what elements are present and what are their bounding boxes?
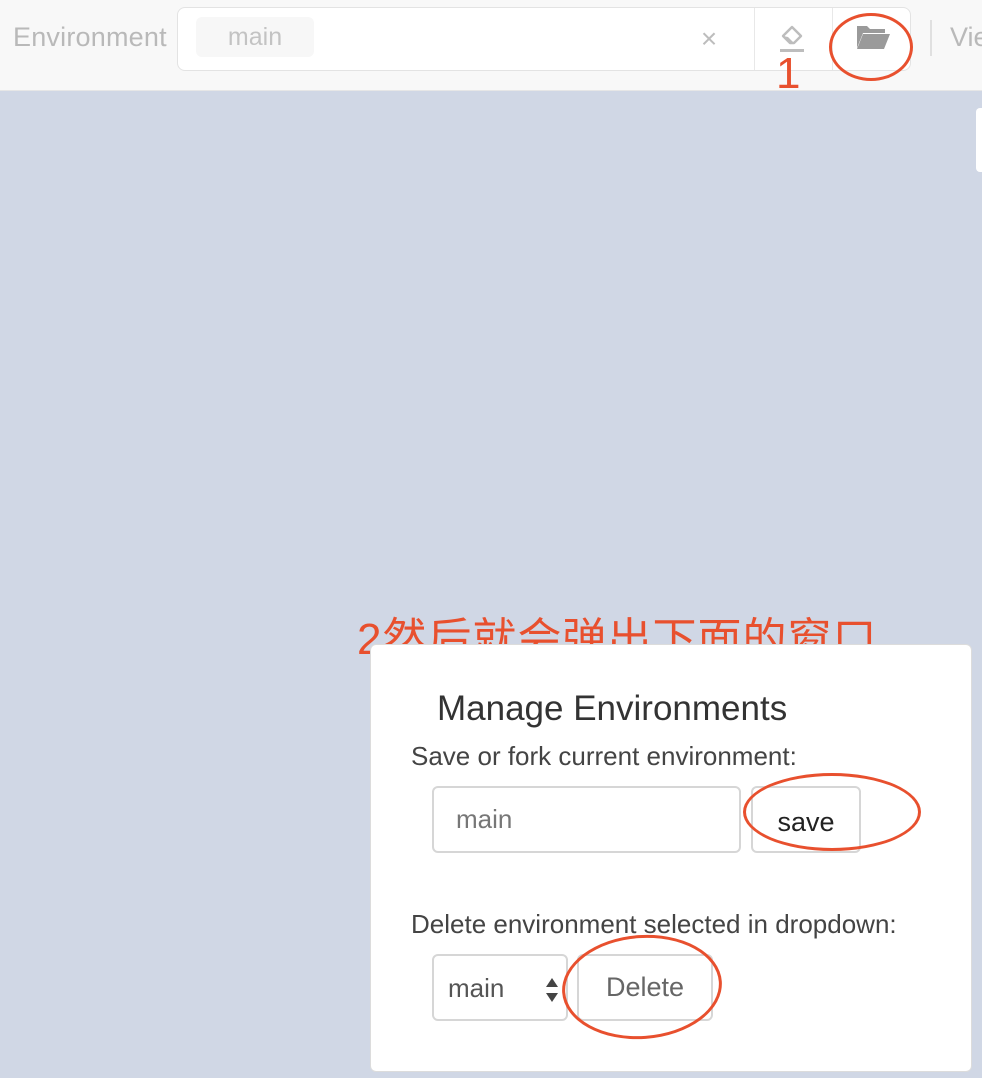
clear-icon[interactable]: × <box>696 22 722 56</box>
folder-open-icon <box>857 26 890 49</box>
save-button[interactable]: save <box>751 786 861 853</box>
toolbar: Environment main × Vie <box>0 0 982 91</box>
annotation-step-1: 1 <box>776 49 801 98</box>
environment-chip[interactable]: main <box>196 17 314 57</box>
open-environments-button[interactable] <box>832 8 910 70</box>
delete-button[interactable]: Delete <box>577 954 713 1021</box>
view-menu[interactable]: Vie <box>950 22 982 53</box>
manage-environments-dialog: Manage Environments Save or fork current… <box>370 644 972 1072</box>
environment-label: Environment <box>13 22 167 52</box>
environment-name-input[interactable] <box>432 786 741 853</box>
delete-section-label: Delete environment selected in dropdown: <box>411 909 897 939</box>
edge-tab <box>976 108 982 172</box>
environment-select-value: main <box>448 973 505 1003</box>
save-section-label: Save or fork current environment: <box>411 741 797 771</box>
dialog-title: Manage Environments <box>437 689 788 728</box>
toolbar-separator <box>930 20 932 56</box>
select-arrows-icon <box>546 978 558 1002</box>
environment-combobox[interactable]: main × <box>177 7 911 71</box>
environment-select[interactable]: main <box>432 954 568 1021</box>
